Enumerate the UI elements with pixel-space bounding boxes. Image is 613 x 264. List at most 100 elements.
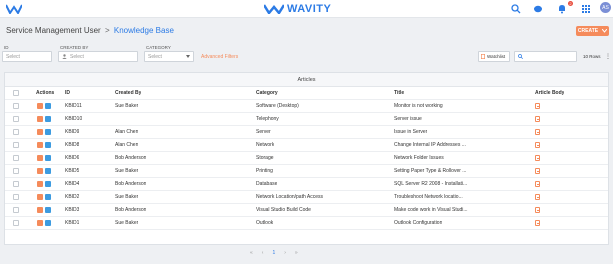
edit-icon[interactable] — [37, 103, 43, 109]
cell-created-by: Bob Anderson — [115, 181, 147, 187]
cell-title[interactable]: SQL Server R2 2008 - Installati... — [394, 178, 467, 191]
advanced-filters-link[interactable]: Advanced Filters — [201, 54, 238, 60]
next-page-button[interactable]: › — [284, 250, 286, 256]
edit-icon[interactable] — [37, 207, 43, 213]
first-page-button[interactable]: « — [250, 250, 253, 256]
pdf-file-icon[interactable] — [535, 194, 540, 200]
created-by-filter-input[interactable]: Select — [58, 51, 138, 62]
view-icon[interactable] — [45, 181, 51, 187]
edit-icon[interactable] — [37, 194, 43, 200]
view-icon[interactable] — [45, 129, 51, 135]
select-all-checkbox[interactable] — [13, 90, 19, 96]
cell-id: KBID11 — [65, 103, 82, 109]
table-row[interactable]: KBID8 Alan Chen Network Change Internal IP … — [5, 139, 608, 152]
search-icon[interactable] — [510, 3, 522, 15]
table-row[interactable]: KBID3 Bob Anderson Visual Studio Build Cod… — [5, 204, 608, 217]
row-checkbox[interactable] — [13, 155, 19, 161]
edit-icon[interactable] — [37, 129, 43, 135]
category-filter-select[interactable]: Select — [144, 51, 194, 62]
cell-title[interactable]: Monitor is not working — [394, 100, 443, 113]
edit-icon[interactable] — [37, 220, 43, 226]
edit-icon[interactable] — [37, 155, 43, 161]
table-row[interactable]: KBID10 Telephony Server issue — [5, 113, 608, 126]
create-button[interactable]: CREATE — [576, 26, 609, 36]
row-checkbox[interactable] — [13, 129, 19, 135]
pdf-file-icon[interactable] — [535, 103, 540, 109]
view-icon[interactable] — [45, 207, 51, 213]
pdf-file-icon[interactable] — [535, 155, 540, 161]
table-row[interactable]: KBID9 Alan Chen Server Issue in Server — [5, 126, 608, 139]
pdf-file-icon[interactable] — [535, 129, 540, 135]
view-icon[interactable] — [45, 168, 51, 174]
caret-down-icon — [186, 55, 190, 58]
cell-title[interactable]: Setting Paper Type & Rollover ... — [394, 165, 466, 178]
user-avatar[interactable]: AS — [600, 2, 611, 13]
row-checkbox[interactable] — [13, 220, 19, 226]
current-page[interactable]: 1 — [272, 250, 275, 256]
edit-icon[interactable] — [37, 168, 43, 174]
category-placeholder: Select — [148, 53, 162, 60]
header-created-by[interactable]: Created By — [115, 87, 141, 100]
header-title[interactable]: Title — [394, 87, 404, 100]
table-row[interactable]: KBID6 Bob Anderson Storage Network Folder I… — [5, 152, 608, 165]
pdf-file-icon[interactable] — [535, 220, 540, 226]
table-row[interactable]: KBID4 Bob Anderson Database SQL Server R2 2… — [5, 178, 608, 191]
row-checkbox[interactable] — [13, 207, 19, 213]
row-checkbox[interactable] — [13, 194, 19, 200]
last-page-button[interactable]: » — [295, 250, 298, 256]
row-checkbox[interactable] — [13, 116, 19, 122]
brand-name: WAVITY — [287, 3, 332, 15]
cell-created-by: Sue Baker — [115, 194, 139, 200]
edit-icon[interactable] — [37, 116, 43, 122]
view-icon[interactable] — [45, 194, 51, 200]
cell-category: Network Location/path Access — [256, 194, 323, 200]
created-by-placeholder: Select — [70, 53, 84, 60]
view-icon[interactable] — [45, 155, 51, 161]
table-row[interactable]: KBID5 Sue Baker Printing Setting Paper Type… — [5, 165, 608, 178]
chat-icon[interactable] — [532, 3, 544, 15]
cell-title[interactable]: Network Folder Issues — [394, 152, 444, 165]
pdf-file-icon[interactable] — [535, 207, 540, 213]
id-filter-select[interactable]: Select — [2, 51, 52, 62]
view-icon[interactable] — [45, 116, 51, 122]
bell-icon[interactable] — [556, 3, 568, 15]
pdf-file-icon[interactable] — [535, 168, 540, 174]
apps-grid-icon[interactable] — [580, 3, 592, 15]
cell-category: Server — [256, 129, 271, 135]
more-options-icon[interactable]: ⋮ — [605, 53, 611, 60]
table-row[interactable]: KBID11 Sue Baker Software (Desktop) Monitor… — [5, 100, 608, 113]
view-icon[interactable] — [45, 103, 51, 109]
pdf-file-icon[interactable] — [535, 116, 540, 122]
breadcrumb-separator: > — [104, 26, 110, 35]
header-category[interactable]: Category — [256, 87, 278, 100]
cell-title[interactable]: Issue in Server — [394, 126, 427, 139]
cell-created-by: Bob Anderson — [115, 155, 147, 161]
table-row[interactable]: KBID1 Sue Baker Outlook Outlook Configurati… — [5, 217, 608, 230]
cell-title[interactable]: Make code work in Visual Studi... — [394, 204, 468, 217]
pdf-file-icon[interactable] — [535, 142, 540, 148]
cell-title[interactable]: Troubleshoot Network locatio... — [394, 191, 463, 204]
cell-created-by: Sue Baker — [115, 220, 139, 226]
edit-icon[interactable] — [37, 142, 43, 148]
pdf-file-icon[interactable] — [535, 181, 540, 187]
row-checkbox[interactable] — [13, 168, 19, 174]
watchlist-button[interactable]: Watchlist — [478, 51, 510, 62]
row-checkbox[interactable] — [13, 103, 19, 109]
header-id[interactable]: ID — [65, 87, 70, 100]
cell-title[interactable]: Change Internal IP Addresses ... — [394, 139, 466, 152]
table-search-input[interactable] — [514, 51, 577, 62]
app-logo-icon[interactable] — [6, 4, 22, 14]
row-checkbox[interactable] — [13, 142, 19, 148]
cell-title[interactable]: Server issue — [394, 113, 422, 126]
view-icon[interactable] — [45, 220, 51, 226]
header-article-body[interactable]: Article Body — [535, 87, 564, 100]
prev-page-button[interactable]: ‹ — [262, 250, 264, 256]
table-row[interactable]: KBID2 Sue Baker Network Location/path Acce… — [5, 191, 608, 204]
rows-per-page[interactable]: 10 Rows — [583, 54, 601, 59]
edit-icon[interactable] — [37, 181, 43, 187]
row-checkbox[interactable] — [13, 181, 19, 187]
breadcrumb-parent[interactable]: Service Management User — [6, 26, 101, 35]
view-icon[interactable] — [45, 142, 51, 148]
cell-title[interactable]: Outlook Configuration — [394, 217, 442, 230]
brand-logo: WAVITY — [264, 2, 331, 16]
